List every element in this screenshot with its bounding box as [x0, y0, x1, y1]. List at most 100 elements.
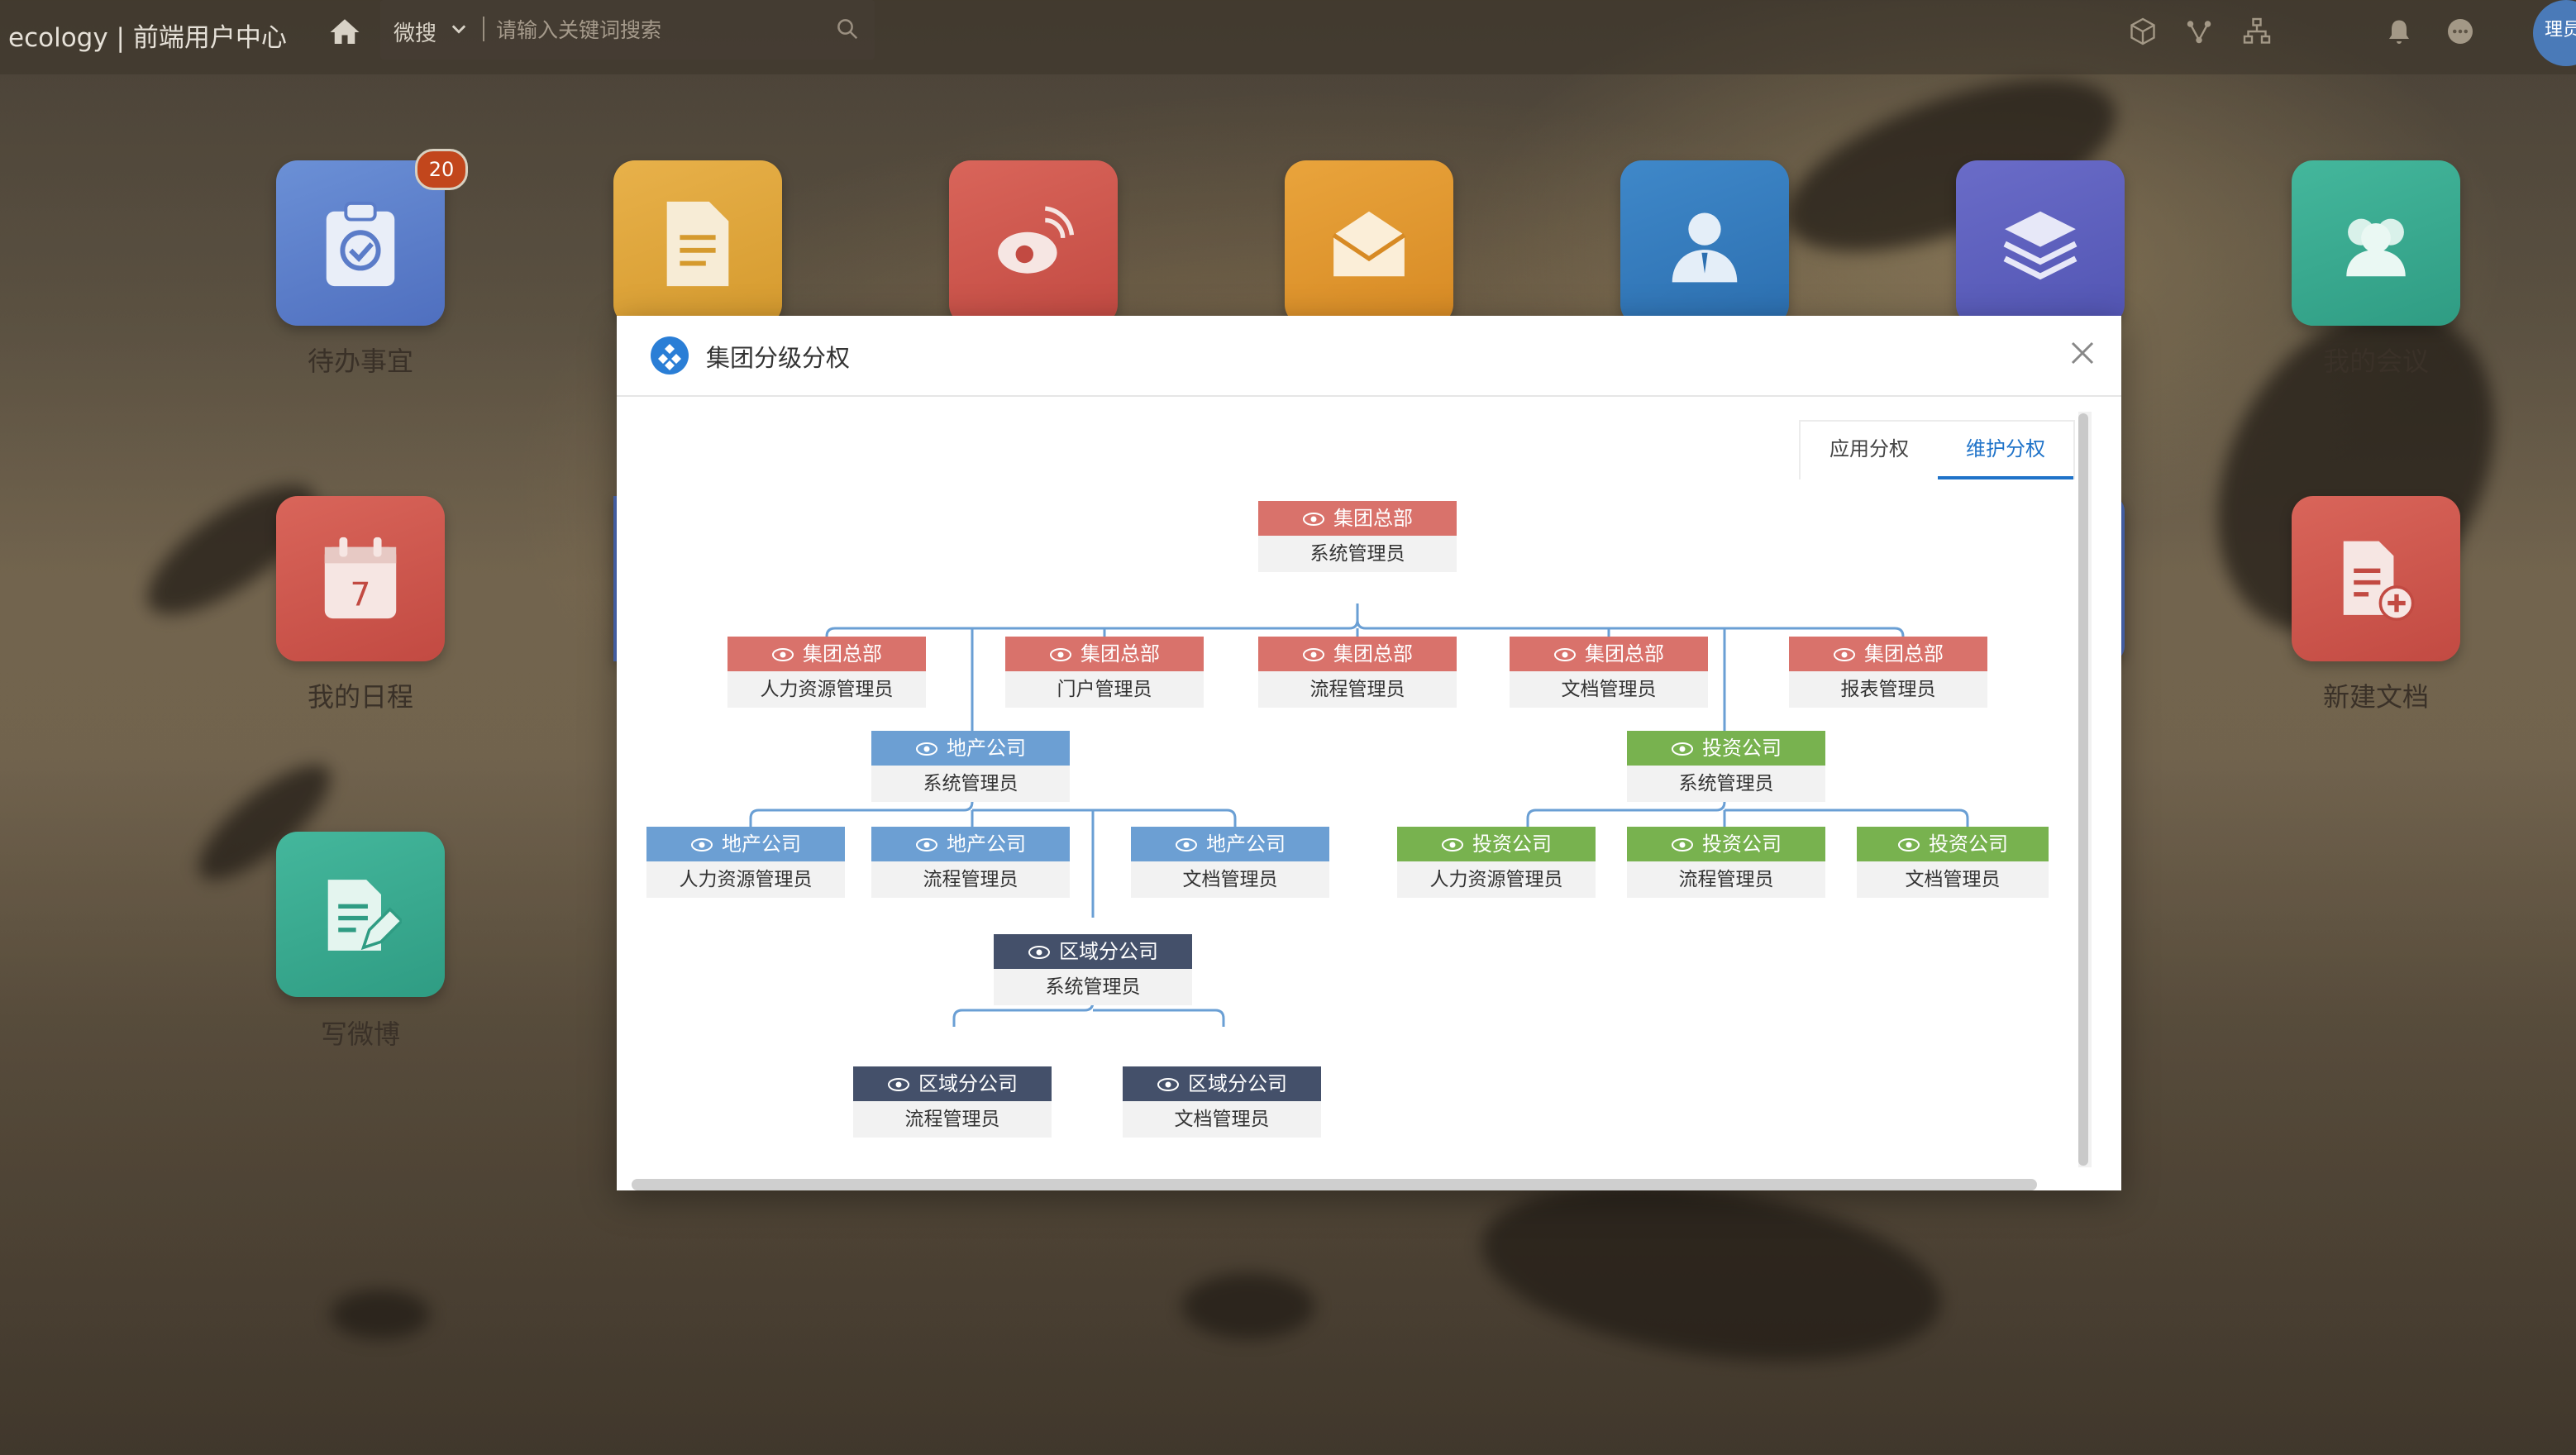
org-node-hq-workflow-admin[interactable]: 集团总部 流程管理员: [1258, 637, 1457, 708]
eye-icon[interactable]: [771, 646, 794, 663]
tab-application-permission[interactable]: 应用分权: [1801, 422, 1938, 476]
tile-label-calendar: 我的日程: [307, 681, 413, 713]
mail-app-tile[interactable]: [1285, 160, 1453, 326]
org-node-unit: 区域分公司: [1123, 1066, 1321, 1101]
org-node-regional-document-admin[interactable]: 区域分公司 文档管理员: [1123, 1066, 1321, 1138]
home-icon[interactable]: [327, 15, 362, 50]
org-node-realestate-sysadmin[interactable]: 地产公司 系统管理员: [871, 731, 1070, 802]
eye-icon[interactable]: [1049, 646, 1072, 663]
permission-tabs: 应用分权 维护分权: [1799, 420, 2075, 479]
org-node-hq-portal-admin[interactable]: 集团总部 门户管理员: [1005, 637, 1204, 708]
documents-app-tile[interactable]: [613, 160, 782, 326]
org-node-hq-sysadmin[interactable]: 集团总部 系统管理员: [1258, 501, 1457, 572]
tab-maintenance-permission[interactable]: 维护分权: [1938, 422, 2073, 479]
cube-icon[interactable]: [2128, 17, 2158, 46]
eye-icon[interactable]: [1671, 741, 1694, 757]
todo-app-tile[interactable]: [276, 160, 445, 326]
tile-label-meetings: 我的会议: [2322, 346, 2429, 377]
search-divider: [483, 17, 484, 41]
org-node-role: 报表管理员: [1789, 671, 1987, 708]
org-node-role: 文档管理员: [1131, 861, 1329, 898]
org-node-unit: 地产公司: [871, 827, 1070, 861]
eye-icon[interactable]: [1553, 646, 1577, 663]
org-node-role: 人力资源管理员: [1397, 861, 1596, 898]
org-node-role: 文档管理员: [1123, 1101, 1321, 1138]
org-node-investment-workflow-admin[interactable]: 投资公司 流程管理员: [1627, 827, 1825, 898]
org-node-investment-hr-admin[interactable]: 投资公司 人力资源管理员: [1397, 827, 1596, 898]
eye-icon[interactable]: [887, 1076, 910, 1093]
org-node-hq-hr-admin[interactable]: 集团总部 人力资源管理员: [727, 637, 926, 708]
new-document-app-tile[interactable]: [2292, 496, 2460, 661]
layers-app-tile[interactable]: [1956, 160, 2125, 326]
org-node-investment-document-admin[interactable]: 投资公司 文档管理员: [1857, 827, 2049, 898]
org-node-unit: 集团总部: [1258, 501, 1457, 536]
eye-icon[interactable]: [1157, 1076, 1180, 1093]
org-node-unit: 集团总部: [1510, 637, 1708, 671]
org-node-unit: 集团总部: [727, 637, 926, 671]
bell-icon[interactable]: [2384, 17, 2414, 46]
org-node-unit: 集团总部: [1258, 637, 1457, 671]
contacts-app-tile[interactable]: [1620, 160, 1789, 326]
org-node-role: 人力资源管理员: [727, 671, 926, 708]
org-node-role: 流程管理员: [1627, 861, 1825, 898]
org-node-hq-document-admin[interactable]: 集团总部 文档管理员: [1510, 637, 1708, 708]
org-node-realestate-workflow-admin[interactable]: 地产公司 流程管理员: [871, 827, 1070, 898]
org-node-realestate-document-admin[interactable]: 地产公司 文档管理员: [1131, 827, 1329, 898]
chat-icon[interactable]: [2445, 17, 2475, 46]
org-node-role: 系统管理员: [1258, 536, 1457, 572]
eye-icon[interactable]: [1441, 837, 1464, 853]
eye-icon[interactable]: [1175, 837, 1198, 853]
document-icon: [666, 201, 729, 287]
calendar-app-tile[interactable]: 7: [276, 496, 445, 661]
new-document-icon: [2343, 541, 2415, 621]
user-profile-icon: [1672, 212, 1738, 283]
chevron-down-icon[interactable]: [451, 21, 466, 36]
clipboard-check-icon: [326, 201, 395, 287]
org-node-role: 门户管理员: [1005, 671, 1204, 708]
todo-count-badge: 20: [415, 149, 468, 190]
app-title: ecology | 前端用户中心: [8, 23, 287, 53]
org-node-unit: 区域分公司: [853, 1066, 1052, 1101]
search-icon[interactable]: [835, 17, 860, 41]
vertical-scrollbar[interactable]: [2078, 413, 2088, 1166]
org-node-unit: 投资公司: [1627, 731, 1825, 766]
write-weibo-app-tile[interactable]: [276, 832, 445, 997]
org-node-regional-workflow-admin[interactable]: 区域分公司 流程管理员: [853, 1066, 1052, 1138]
search-bar: 微搜: [380, 0, 875, 60]
eye-icon[interactable]: [1028, 944, 1051, 961]
org-node-realestate-hr-admin[interactable]: 地产公司 人力资源管理员: [646, 827, 845, 898]
weibo-app-tile[interactable]: [949, 160, 1118, 326]
org-node-unit: 投资公司: [1397, 827, 1596, 861]
eye-icon[interactable]: [1302, 646, 1325, 663]
eye-icon[interactable]: [1302, 511, 1325, 527]
search-scope-select[interactable]: 微搜: [394, 17, 436, 47]
tile-label-write-weibo: 写微博: [320, 1018, 400, 1050]
close-icon[interactable]: [2070, 341, 2095, 365]
eye-icon[interactable]: [915, 741, 938, 757]
modal-title: 集团分级分权: [706, 344, 851, 372]
org-chart-icon[interactable]: [2242, 17, 2272, 46]
org-node-hq-report-admin[interactable]: 集团总部 报表管理员: [1789, 637, 1987, 708]
calendar-icon: 7: [324, 537, 397, 619]
eye-icon[interactable]: [1671, 837, 1694, 853]
eye-icon[interactable]: [1833, 646, 1856, 663]
org-node-role: 系统管理员: [1627, 766, 1825, 802]
network-icon[interactable]: [2184, 17, 2214, 46]
org-chart-canvas: 集团总部 系统管理员 集团总部 人力资源管理员 集团总部 门户管理员 集团总部 …: [617, 395, 2055, 1179]
org-node-unit: 投资公司: [1627, 827, 1825, 861]
horizontal-scrollbar[interactable]: [632, 1179, 2037, 1190]
org-node-role: 人力资源管理员: [646, 861, 845, 898]
org-node-role: 文档管理员: [1510, 671, 1708, 708]
eye-icon[interactable]: [1897, 837, 1920, 853]
org-node-regional-sysadmin[interactable]: 区域分公司 系统管理员: [994, 934, 1192, 1005]
org-node-role: 流程管理员: [871, 861, 1070, 898]
modal-header: 集团分级分权: [617, 316, 2121, 397]
eye-icon[interactable]: [915, 837, 938, 853]
user-avatar[interactable]: 理员: [2533, 0, 2576, 66]
org-node-unit: 集团总部: [1789, 637, 1987, 671]
org-node-unit: 地产公司: [1131, 827, 1329, 861]
eye-icon[interactable]: [690, 837, 713, 853]
meetings-app-tile[interactable]: [2292, 160, 2460, 326]
search-input[interactable]: [494, 12, 812, 48]
org-node-investment-sysadmin[interactable]: 投资公司 系统管理员: [1627, 731, 1825, 802]
